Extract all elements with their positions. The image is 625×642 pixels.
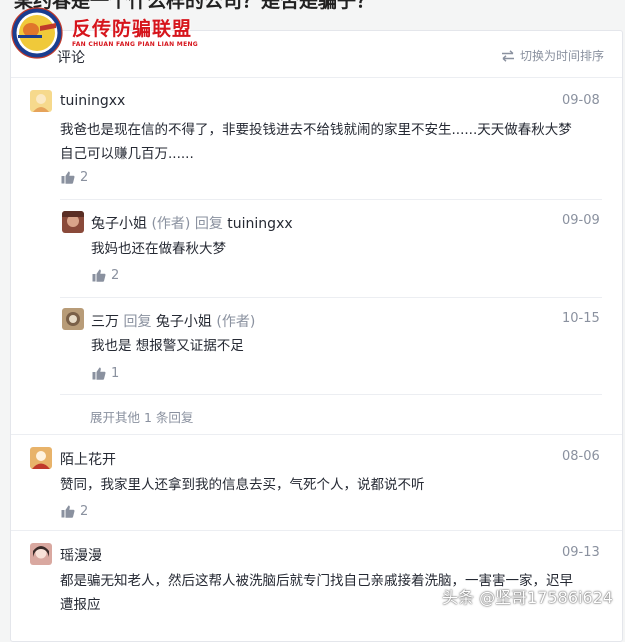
- logo: 反传防骗联盟 FAN CHUAN FANG PIAN LIAN MENG: [10, 6, 220, 60]
- like-button[interactable]: 2: [61, 504, 88, 519]
- reply-text: 我也是 想报警又证据不足: [91, 338, 244, 354]
- reply-divider: [60, 394, 602, 395]
- comment-text-line: 自己可以赚几百万......: [60, 146, 194, 162]
- like-count: 2: [80, 170, 89, 185]
- reply-text: 我妈也还在做春秋大梦: [91, 241, 226, 257]
- comment-text: 赞同，我家里人还拿到我的信息去买，气死个人，说都说不听: [60, 477, 425, 493]
- like-count: 1: [111, 366, 120, 381]
- author-tag: (作者): [216, 314, 256, 330]
- reply-to-user[interactable]: tuiningxx: [227, 216, 292, 232]
- comment-date: 09-08: [562, 93, 600, 108]
- reply-word: 回复: [123, 314, 152, 330]
- logo-pinyin: FAN CHUAN FANG PIAN LIAN MENG: [72, 41, 199, 48]
- header-divider: [11, 77, 622, 78]
- thumbs-up-icon: [61, 505, 75, 518]
- reply-header: 兔子小姐 (作者) 回复 tuiningxx: [91, 213, 293, 233]
- like-button[interactable]: 2: [61, 170, 88, 185]
- avatar[interactable]: [30, 90, 52, 112]
- comment-date: 09-13: [562, 545, 600, 560]
- reply-divider: [60, 199, 602, 200]
- expand-replies-link[interactable]: 展开其他 1 条回复: [90, 407, 193, 426]
- like-button[interactable]: 2: [92, 268, 119, 283]
- avatar[interactable]: [62, 308, 84, 330]
- reply-author[interactable]: 三万: [91, 314, 119, 330]
- comment-author[interactable]: 陌上花开: [60, 449, 116, 469]
- reply-to-user[interactable]: 兔子小姐: [156, 314, 212, 330]
- thumbs-up-icon: [92, 269, 106, 282]
- author-tag: (作者): [151, 216, 191, 232]
- comment-author[interactable]: tuiningxx: [60, 93, 125, 109]
- thumbs-up-icon: [61, 171, 75, 184]
- like-button[interactable]: 1: [92, 366, 119, 381]
- comments-card: 评论 切换为时间排序 tuiningxx 09-08 我爸也是现在信的不得了，非…: [10, 30, 623, 642]
- comment-divider: [11, 530, 622, 531]
- avatar[interactable]: [30, 447, 52, 469]
- sort-toggle-button[interactable]: 切换为时间排序: [501, 47, 604, 64]
- sort-toggle-label: 切换为时间排序: [519, 49, 604, 63]
- comment-date: 08-06: [562, 449, 600, 464]
- comment-divider: [11, 434, 622, 435]
- comment-text-line: 我爸也是现在信的不得了，非要投钱进去不给钱就闹的家里不安生......天天做春秋…: [60, 122, 572, 138]
- like-count: 2: [111, 268, 120, 283]
- logo-name: 反传防骗联盟: [72, 18, 193, 40]
- avatar[interactable]: [62, 211, 84, 233]
- comment-text: 我爸也是现在信的不得了，非要投钱进去不给钱就闹的家里不安生......天天做春秋…: [60, 118, 612, 166]
- reply-author[interactable]: 兔子小姐: [91, 216, 147, 232]
- thumbs-up-icon: [92, 367, 106, 380]
- reply-date: 09-09: [562, 213, 600, 228]
- reply-word: 回复: [194, 216, 223, 232]
- avatar[interactable]: [30, 543, 52, 565]
- watermark: 头条 @坚哥17586i624: [442, 588, 613, 607]
- swap-arrows-icon: [501, 49, 514, 62]
- comment-author[interactable]: 瑶漫漫: [60, 545, 102, 565]
- reply-header: 三万 回复 兔子小姐 (作者): [91, 311, 255, 331]
- alliance-seal-icon: [11, 7, 63, 59]
- like-count: 2: [80, 504, 89, 519]
- reply-date: 10-15: [562, 311, 600, 326]
- reply-divider: [60, 297, 602, 298]
